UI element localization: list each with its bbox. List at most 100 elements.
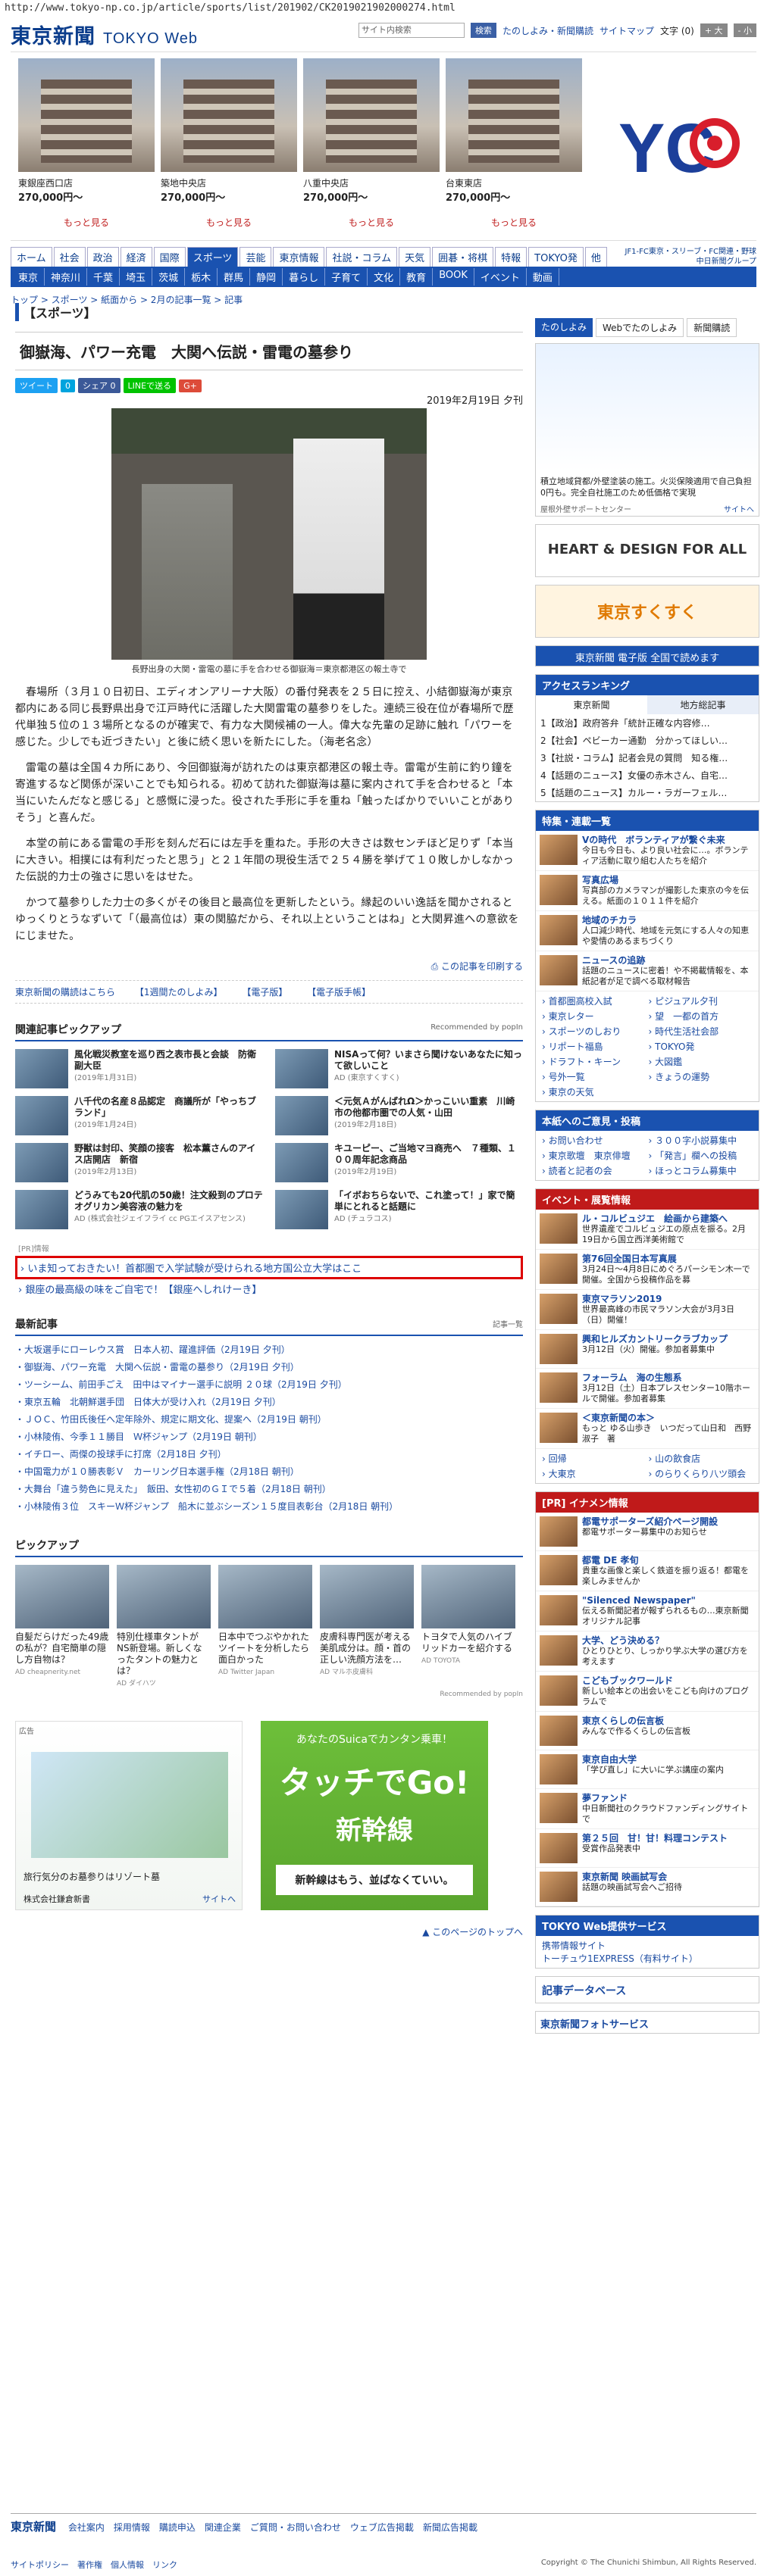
pickup-item[interactable]: トヨタで人気のハイブリッドカーを紹介する AD TOYOTA — [421, 1565, 515, 1688]
tab-subscribe[interactable]: 新聞購読 — [687, 318, 737, 337]
more-link[interactable]: もっと見る — [161, 216, 297, 229]
footer-link[interactable]: 新聞広告掲載 — [423, 2522, 477, 2533]
nav-subtab[interactable]: 埼玉 — [120, 268, 153, 286]
nav-tab[interactable]: 東京情報 — [273, 247, 325, 267]
related-item[interactable]: 風化戦災教室を巡り西之表市長と会談 防衛副大臣 (2019年1月31日) — [15, 1049, 263, 1088]
pickup-item[interactable]: 日本中でつぶやかれたツイートを分析したら面白かった AD Twitter Japa… — [218, 1565, 312, 1688]
link-subscribe[interactable]: 東京新聞の購読はこちら — [15, 987, 115, 998]
latest-item[interactable]: ・大舞台「違う勢色に見えた」 飯田、女性初のＧＩで５着（2月18日 朝刊） — [15, 1480, 523, 1497]
latest-item[interactable]: ・小林陵侑、今季１１勝目 Ｗ杯ジャンプ（2月19日 朝刊） — [15, 1428, 523, 1445]
pr-side-item[interactable]: 夢ファンド 中日新聞社のクラウドファンディングサイトで — [536, 1789, 759, 1829]
related-item[interactable]: 八千代の名産８品認定 商議所が「やっちブランド」 (2019年1月24日) — [15, 1096, 263, 1135]
latest-item[interactable]: ・御嶽海、パワー充電 大関へ伝説・雷電の墓参り（2月19日 夕刊） — [15, 1358, 523, 1375]
nav-subtab[interactable]: 動画 — [527, 268, 559, 286]
top-ad-banner[interactable]: 東銀座西口店 270,000円〜 もっと見る 築地中央店 270,000円〜 もっと見る… — [11, 52, 756, 241]
more-link[interactable]: もっと見る — [18, 216, 155, 229]
menu-item[interactable]: › 時代生活社会部 — [649, 1025, 753, 1038]
related-item[interactable]: どうみても20代肌の50歳！注文殺到のプロテオグリカン美容液の魅力を AD (株式… — [15, 1190, 263, 1229]
menu-item[interactable]: › 東京の天気 — [542, 1085, 646, 1098]
denshi-banner[interactable]: 東京新聞 電子版 全国で読めます — [535, 645, 759, 667]
related-item[interactable]: 「イボおちらないで、これ塗って！」家で簡単にとれると話題に AD (チュラコス) — [275, 1190, 523, 1229]
latest-item[interactable]: ・小林陵侑３位 スキーＷ杯ジャンプ 船木に並ぶシーズン１５度目表彰台（2月18日… — [15, 1497, 523, 1515]
sukusuku-banner[interactable]: 東京すくすく — [535, 585, 759, 638]
event-item[interactable]: 興和ヒルズカントリークラブカップ 3月12日（火）開催。参加者募集中 — [536, 1330, 759, 1369]
book-link[interactable]: › 大東京 — [542, 1467, 646, 1480]
latest-item[interactable]: ・ツーシーム、前田手ごえ 田中はマイナー選手に説明 ２０球（2月19日 夕刊） — [15, 1375, 523, 1393]
ad-property[interactable]: 台東東店 270,000円〜 もっと見る — [446, 58, 582, 240]
pr-side-item[interactable]: 東京自由大学 「学び直し」に大いに学ぶ講座の案内 — [536, 1750, 759, 1789]
nav-subtab[interactable]: 神奈川 — [45, 268, 88, 286]
nav-tab[interactable]: 国際 — [153, 247, 186, 267]
book-link[interactable]: › 回帰 — [542, 1452, 646, 1465]
pr-side-item[interactable]: こどもブックワールド 新しい絵本との出会いをこども向けのプログラムで — [536, 1672, 759, 1712]
latest-item[interactable]: ・東京五輪 北朝鮮選手団 日体大が受け入れ（2月19日 夕刊） — [15, 1393, 523, 1410]
font-minus-button[interactable]: - 小 — [733, 23, 756, 37]
nav-subtab[interactable]: 静岡 — [250, 268, 283, 286]
nav-subtab[interactable]: BOOK — [433, 268, 474, 286]
suica-ad[interactable]: あなたのSuicaでカンタン乗車！ タッチでGo! 新幹線 新幹線はもう、並ばな… — [261, 1721, 488, 1910]
nav-subtab[interactable]: 文化 — [368, 268, 401, 286]
tab-tanoshiyomi[interactable]: たのしよみ — [535, 318, 593, 337]
book-link[interactable]: › のらりくらり八ツ頭会 — [649, 1467, 753, 1480]
service-link[interactable]: 携帯情報サイト — [542, 1939, 753, 1952]
gplus-button[interactable]: G+ — [179, 379, 202, 392]
nav-tab[interactable]: 社会 — [53, 247, 86, 267]
event-item[interactable]: 東京マラソン2019 世界最高峰の市民マラソン大会が3月3日（日）開催！ — [536, 1290, 759, 1330]
event-item[interactable]: 第76回全国日本写真展 3月24日〜4月8日にめぐろパーシモン木一で開催。全国から… — [536, 1250, 759, 1290]
special-item[interactable]: 地域のチカラ 人口減少時代、地域を元気にする人々の知恵や愛情のあるまちづくり — [536, 911, 759, 951]
pr-item[interactable]: › いま知っておきたい！首都圏で入学試験が受けられる地方国公立大学はここ — [15, 1256, 523, 1279]
ranking-tab[interactable]: 地方総記事 — [647, 695, 759, 714]
ranking-item[interactable]: 5【話題のニュース】カルー・ラガーフェル… — [536, 784, 759, 801]
event-item[interactable]: フォーラム 海の生態系 3月12日（土）日本プレスセンター10階ホールで開催。参加… — [536, 1369, 759, 1409]
resort-ad[interactable]: 広告 旅行気分のお墓参りはリゾート墓 株式会社鎌倉新書 サイトへ — [15, 1721, 243, 1910]
menu-item[interactable]: › TOKYO発 — [649, 1040, 753, 1053]
footer-link[interactable]: 購読申込 — [159, 2522, 196, 2533]
site-logo[interactable]: 東京新聞 TOKYO Web — [11, 20, 198, 49]
special-item[interactable]: ニュースの追跡 話題のニュースに密着！や不掲載情報を、本紙記者が足で調べる取材報告 — [536, 951, 759, 991]
related-item[interactable]: ＜元気ＡがんばれΩ＞かっこいい重素 川崎市の他都市圏での人気・山田 (2019年2… — [275, 1096, 523, 1135]
menu-item[interactable]: › ピジュアル夕刊 — [649, 994, 753, 1007]
menu-item[interactable]: › 首都圏高校入試 — [542, 994, 646, 1007]
database-banner[interactable]: 記事データベース — [535, 1976, 759, 2003]
opinion-item[interactable]: › お問い合わせ — [542, 1134, 646, 1147]
pr-side-item[interactable]: 東京新聞 映画試写会 話題の映画試写会へご招待 — [536, 1868, 759, 1906]
menu-item[interactable]: › きょうの運勢 — [649, 1070, 753, 1083]
header-link-sitemap[interactable]: サイトマップ — [600, 24, 654, 37]
opinion-item[interactable]: › 東京歌壇 東京俳壇 — [542, 1149, 646, 1162]
header-link-subscribe[interactable]: たのしよみ・新聞購読 — [502, 24, 593, 37]
page-top-link[interactable]: ▲ このページのトップへ — [15, 1925, 523, 1938]
more-link[interactable]: もっと見る — [303, 216, 440, 229]
nav-tab[interactable]: 芸能 — [239, 247, 272, 267]
opinion-item[interactable]: › ほっとコラム募集中 — [649, 1164, 753, 1177]
ad-property[interactable]: 八重中央店 270,000円〜 もっと見る — [303, 58, 440, 240]
menu-item[interactable]: › 東京レター — [542, 1010, 646, 1023]
menu-item[interactable]: › 号外一覧 — [542, 1070, 646, 1083]
nav-subtab[interactable]: イベント — [474, 268, 527, 286]
pr-side-item[interactable]: 第２５回 甘！甘！料理コンテスト 受賞作品発表中 — [536, 1829, 759, 1868]
tweet-button[interactable]: ツイート — [15, 378, 58, 393]
footer-link[interactable]: 関連企業 — [205, 2522, 241, 2533]
nav-subtab[interactable]: 群馬 — [218, 268, 251, 286]
nav-tab[interactable]: 他 — [584, 247, 607, 267]
pickup-item[interactable]: 皮膚科専門医が考える美肌成分は。顔・首の正しい洗顔方法を… AD マルホ皮膚科 — [320, 1565, 414, 1688]
nav-subtab[interactable]: 茨城 — [152, 268, 186, 286]
pr-side-item[interactable]: 都電 DE 孝旬 貴重な画像と楽しく鉄道を振り返る！都電を楽しみませんか — [536, 1551, 759, 1591]
nav-tab[interactable]: ホーム — [11, 247, 52, 267]
pickup-item[interactable]: 自髪だらけだった49歳の私が？自宅簡単の隠し方自物は？ AD cheapnerit… — [15, 1565, 109, 1688]
nav-tab[interactable]: 社説・コラム — [326, 247, 398, 267]
font-plus-button[interactable]: + 大 — [700, 23, 728, 37]
search-button[interactable]: 検索 — [470, 23, 496, 38]
pr-side-item[interactable]: "Silenced Newspaper" 伝える新聞記者が報ずられるもの…東京新聞… — [536, 1591, 759, 1631]
event-item[interactable]: ＜東京新聞の本＞ もっと ゆる山歩き いつだって山日和 西野淑子 著 — [536, 1409, 759, 1449]
pickup-item[interactable]: 特別仕様車タントがNS新登場。新しくなったタントの魅力とは？ AD ダイハツ — [117, 1565, 211, 1688]
pr-item[interactable]: › 銀座の最高級の味をご自宅で！【銀座へしれけーき】 — [15, 1279, 523, 1298]
nav-subtab[interactable]: 栃木 — [185, 268, 218, 286]
footer-link[interactable]: ウェブ広告掲載 — [350, 2522, 414, 2533]
menu-item[interactable]: › リポート福島 — [542, 1040, 646, 1053]
ranking-item[interactable]: 2【社会】ペビーカー通勤 分かってほしい… — [536, 732, 759, 749]
menu-item[interactable]: › 大図鑑 — [649, 1055, 753, 1068]
menu-item[interactable]: › ドラフト・キーン — [542, 1055, 646, 1068]
ad-property[interactable]: 築地中央店 270,000円〜 もっと見る — [161, 58, 297, 240]
footer-link[interactable]: 採用情報 — [114, 2522, 150, 2533]
ranking-tab[interactable]: 東京新聞 — [536, 695, 647, 714]
